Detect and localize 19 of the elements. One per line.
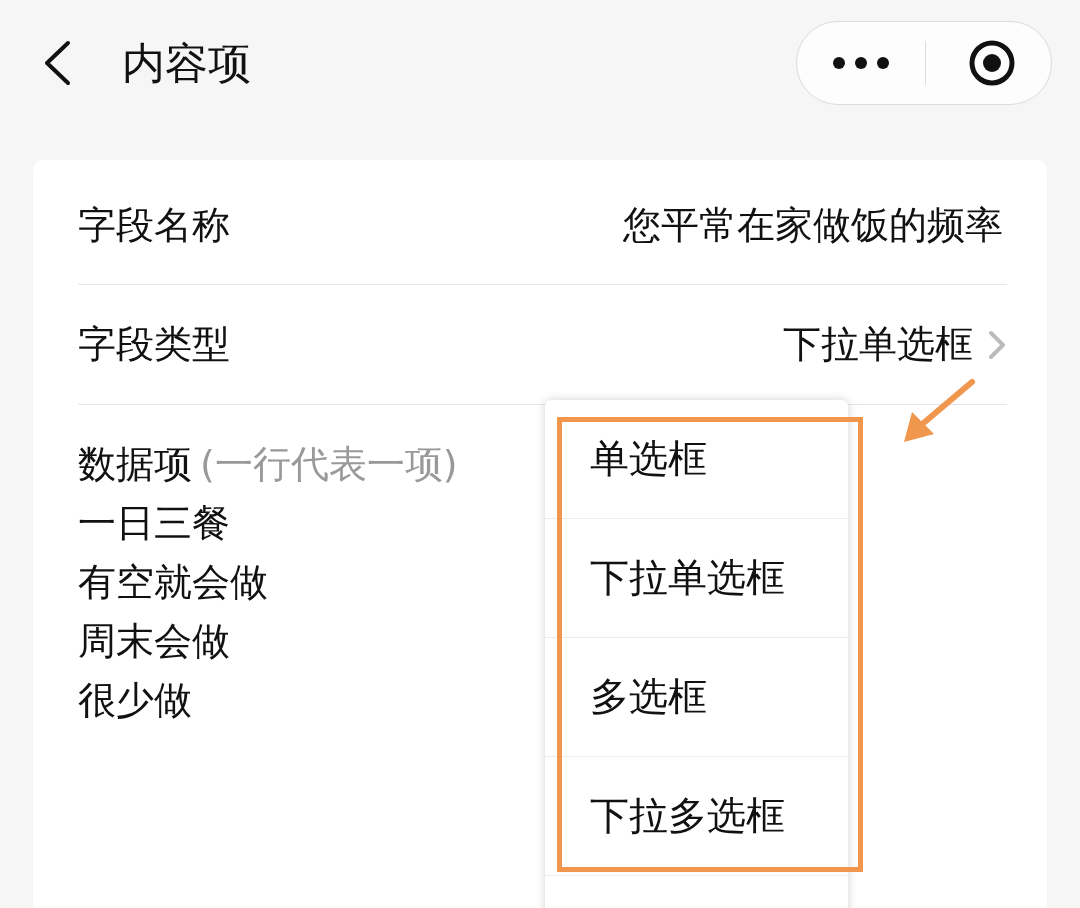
field-hint: (一行代表一项) [200, 441, 458, 488]
field-label: 字段类型 [78, 321, 230, 368]
dropdown-option[interactable]: 单选框 [545, 400, 848, 519]
field-value: 下拉单选框 [783, 321, 973, 368]
data-line: 周末会做 [78, 618, 230, 665]
chevron-icon [987, 328, 1007, 361]
data-line: 很少做 [78, 677, 192, 724]
dropdown-option[interactable]: 下拉多选框 [545, 757, 848, 876]
back-icon[interactable] [42, 40, 72, 86]
data-line: 有空就会做 [78, 559, 268, 606]
page-title: 内容项 [122, 36, 251, 90]
data-line: 一日三餐 [78, 500, 230, 547]
dropdown-option[interactable]: 多选框 [545, 638, 848, 757]
field-label: 数据项 [78, 441, 192, 488]
field-label: 字段名称 [78, 201, 230, 249]
field-value: 您平常在家做饭的频率 [623, 201, 1003, 249]
close-icon[interactable] [968, 39, 1016, 87]
more-icon[interactable] [832, 56, 890, 70]
dropdown-option[interactable]: 下拉单选框 [545, 519, 848, 638]
